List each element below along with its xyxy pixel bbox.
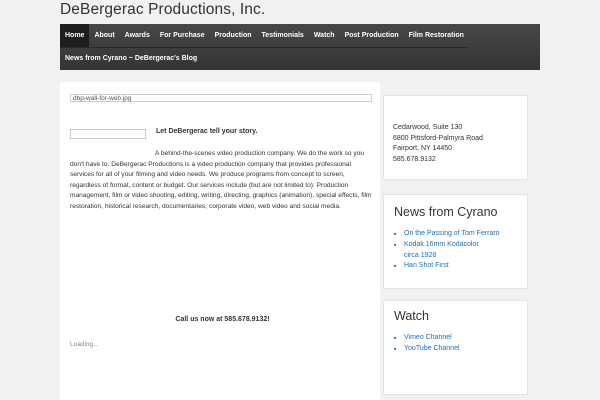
tagline: Let DeBergerac tell your story. — [156, 128, 258, 135]
header-image-placeholder: dbp-wall-for-web.jpg — [70, 94, 372, 102]
watch-link-youtube[interactable]: YouTube Channel — [394, 344, 527, 355]
nav-item-watch[interactable]: Watch — [309, 24, 340, 47]
main-navigation: Home About Awards For Purchase Productio… — [60, 24, 540, 70]
watch-widget: Watch Vimeo Channel YouTube Channel — [383, 300, 528, 395]
call-to-action: Call us now at 585.678.9132! — [175, 316, 270, 323]
nav-item-about[interactable]: About — [89, 24, 119, 47]
news-widget: News from Cyrano On the Passing of Tom F… — [383, 194, 528, 289]
nav-item-awards[interactable]: Awards — [120, 24, 155, 47]
loading-indicator: Loading... — [70, 341, 99, 348]
news-list: On the Passing of Tom Ferraro Kodak 16mm… — [394, 229, 527, 272]
news-link[interactable]: On the Passing of Tom Ferraro — [394, 229, 527, 240]
news-link[interactable]: Han Shot First — [394, 261, 527, 272]
address-line: Fairport, NY 14450 — [393, 145, 453, 152]
nav-item-post-production[interactable]: Post Production — [340, 24, 404, 47]
nav-row-secondary: News from Cyrano ~ DeBergerac's Blog — [60, 47, 202, 70]
nav-item-home[interactable]: Home — [60, 24, 90, 47]
address-line: Cedarwood, Suite 130 — [393, 124, 463, 131]
address-line: 6800 Pittsford-Palmyra Road — [393, 134, 483, 142]
phone-number: 585.678.9132 — [393, 155, 436, 163]
main-content: dbp-wall-for-web.jpg Let DeBergerac tell… — [60, 82, 380, 400]
nav-item-testimonials[interactable]: Testimonials — [257, 24, 309, 47]
inline-image-placeholder — [70, 129, 146, 139]
watch-link-vimeo[interactable]: Vimeo Channel — [394, 333, 527, 344]
intro-paragraph: A behind-the-scenes video production com… — [70, 149, 375, 213]
nav-row-primary: Home About Awards For Purchase Productio… — [60, 24, 469, 48]
site-title[interactable]: DeBergerac Productions, Inc. — [60, 0, 265, 20]
nav-item-film-restoration[interactable]: Film Restoration — [404, 24, 469, 47]
nav-item-production[interactable]: Production — [210, 24, 257, 47]
address-widget: Cedarwood, Suite 130 6800 Pittsford-Palm… — [383, 95, 528, 180]
news-link[interactable]: Kodak 16mm Kodacolor circa 1928 — [394, 240, 527, 262]
nav-item-blog[interactable]: News from Cyrano ~ DeBergerac's Blog — [60, 47, 202, 70]
news-widget-title: News from Cyrano — [394, 205, 498, 219]
nav-item-for-purchase[interactable]: For Purchase — [155, 24, 210, 47]
intro-text: A behind-the-scenes video production com… — [70, 150, 372, 210]
news-link-text[interactable]: Kodak 16mm Kodacolor circa 1928 — [404, 240, 484, 262]
watch-widget-title: Watch — [394, 309, 429, 323]
watch-list: Vimeo Channel YouTube Channel — [394, 333, 527, 355]
